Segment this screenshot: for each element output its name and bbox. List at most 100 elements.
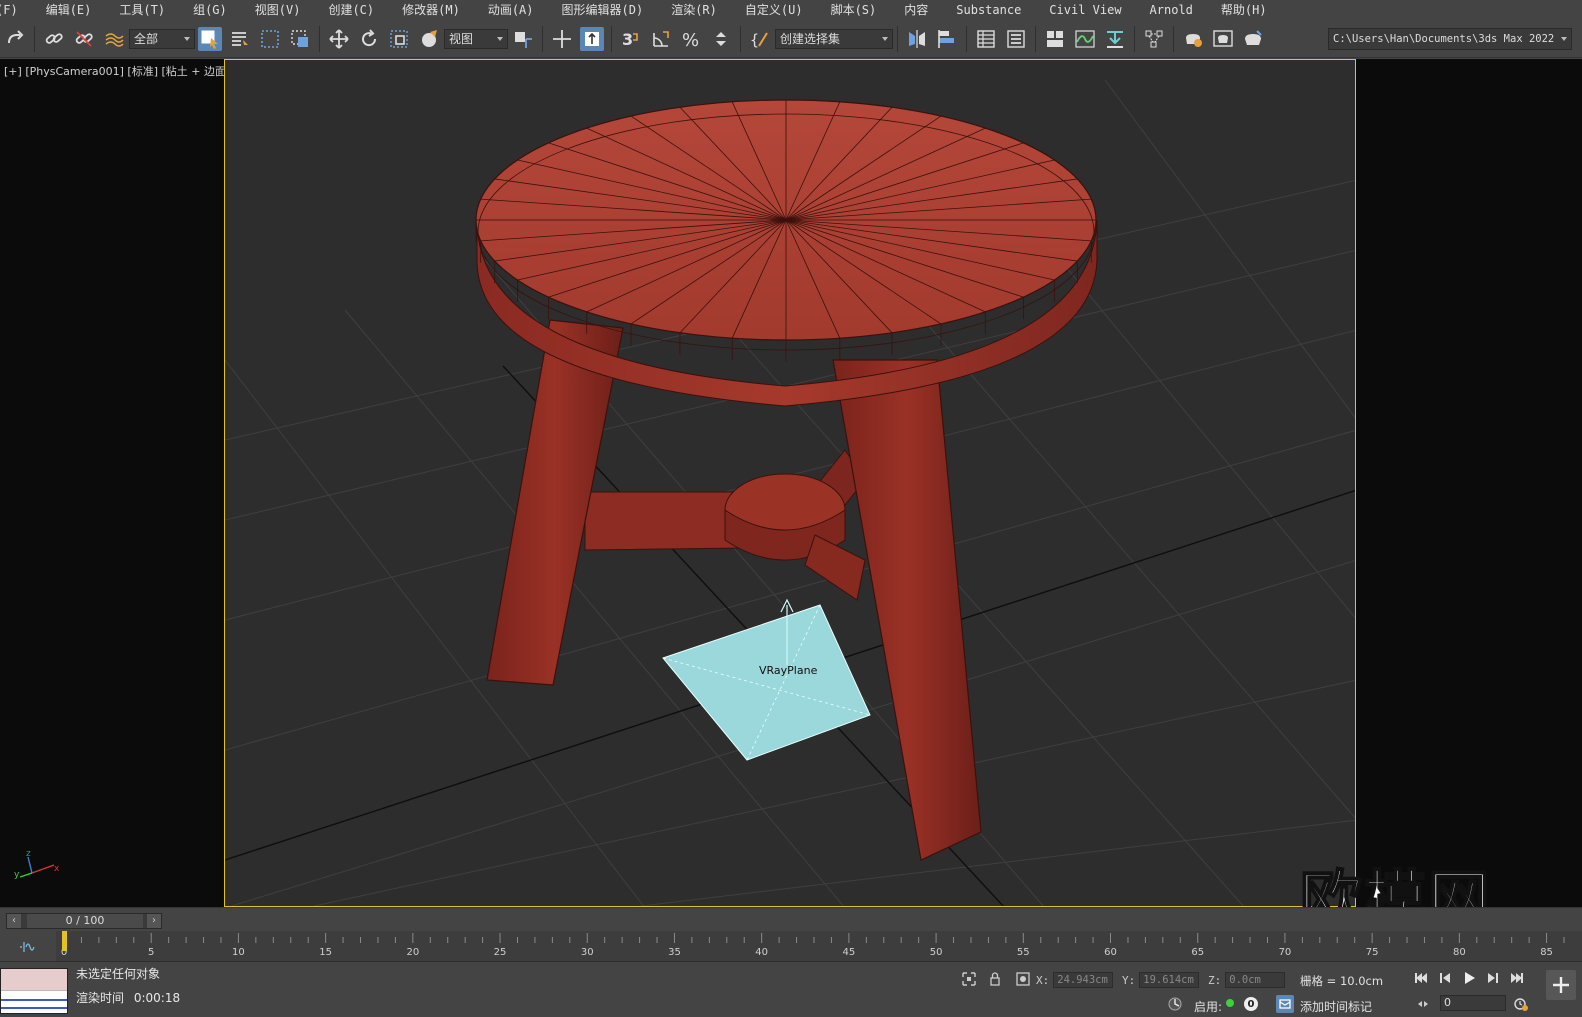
time-tag-icon[interactable] <box>1276 995 1294 1013</box>
menu-item[interactable]: 创建(C) <box>314 0 388 20</box>
time-slider[interactable]: ‹ 0 / 100 › <box>0 907 1582 931</box>
menu-item[interactable]: 脚本(S) <box>817 0 891 20</box>
y-coordinate-field[interactable]: 19.614cm <box>1139 972 1200 988</box>
move-icon[interactable] <box>327 27 351 51</box>
named-selection-dropdown[interactable]: 创建选择集 <box>775 28 893 49</box>
spinner-snap-icon[interactable] <box>709 27 733 51</box>
scene-explorer-icon[interactable] <box>974 27 998 51</box>
time-slider-track[interactable]: ‹ 0 / 100 › <box>6 913 162 929</box>
go-to-start-icon[interactable] <box>1412 969 1430 987</box>
current-frame-field[interactable]: 0 <box>1440 995 1506 1011</box>
track-tick-label: 45 <box>843 947 856 958</box>
project-path-dropdown[interactable]: C:\Users\Han\Documents\3ds Max 2022 <box>1328 28 1572 50</box>
unlink-icon[interactable] <box>72 27 96 51</box>
menu-item[interactable]: 组(G) <box>179 0 241 20</box>
menu-item[interactable]: 工具(T) <box>105 0 179 20</box>
safe-frame[interactable]: VRayPlane <box>224 59 1356 907</box>
align-icon[interactable] <box>935 27 959 51</box>
add-time-tag[interactable]: 添加时间标记 <box>1300 998 1372 1015</box>
enable-count-badge[interactable]: 0 <box>1242 995 1260 1013</box>
go-to-end-icon[interactable] <box>1508 969 1526 987</box>
track-bar[interactable]: 0 5 10 15 20 25 30 35 40 45 50 55 60 65 70 75 80 85 <box>0 931 1582 961</box>
edit-named-selection-icon[interactable]: { <box>748 27 772 51</box>
isolate-selection-icon[interactable] <box>960 970 978 988</box>
menu-item[interactable]: 帮助(H) <box>1207 0 1281 20</box>
schematic-view-icon[interactable] <box>1103 27 1127 51</box>
menu-item[interactable]: Substance <box>942 0 1035 20</box>
project-path-value: C:\Users\Han\Documents\3ds Max 2022 <box>1333 33 1555 45</box>
bind-spacewarp-icon[interactable] <box>102 27 126 51</box>
scene-canvas: VRayPlane <box>225 79 1355 906</box>
next-key-icon[interactable] <box>1484 969 1502 987</box>
selection-lock-icon[interactable] <box>986 970 1004 988</box>
select-by-name-icon[interactable] <box>228 27 252 51</box>
perspective-viewport[interactable]: [+] [PhysCamera001] [标准] [粘土 + 边面] VRayP… <box>0 59 1582 907</box>
render-time-label: 渲染时间 <box>76 991 125 1005</box>
pivot-center-icon[interactable] <box>511 27 535 51</box>
menu-item[interactable]: 自定义(U) <box>731 0 817 20</box>
viewport-label[interactable]: [+] [PhysCamera001] [标准] [粘土 + 边面] <box>4 63 230 79</box>
viewport-shading-menu[interactable]: [粘土 + 边面] <box>162 65 231 78</box>
menu-item[interactable]: (F) <box>0 0 32 20</box>
redo-icon[interactable] <box>3 27 27 51</box>
time-slider-value[interactable]: 0 / 100 <box>27 914 143 928</box>
rectangular-selection-icon[interactable] <box>258 27 282 51</box>
frame-spinner-icon[interactable] <box>1414 995 1432 1013</box>
mirror-icon[interactable] <box>905 27 929 51</box>
menu-item[interactable]: 修改器(M) <box>388 0 474 20</box>
place-icon[interactable] <box>417 27 441 51</box>
link-icon[interactable] <box>42 27 66 51</box>
viewport-general-menu[interactable]: [+] <box>4 65 22 78</box>
rotate-icon[interactable] <box>357 27 381 51</box>
status-bar: 未选定任何对象 渲染时间 0:00:18 X: 24.943cm Y: 19.614… <box>0 961 1582 1017</box>
reference-coordinate-value: 视图 <box>449 32 474 46</box>
time-configuration-icon[interactable] <box>1512 995 1530 1013</box>
track-tick-label: 50 <box>930 947 943 958</box>
percent-snap-icon[interactable]: % <box>679 27 703 51</box>
rendered-frame-window-icon[interactable] <box>1211 27 1235 51</box>
menu-item[interactable]: 动画(A) <box>474 0 548 20</box>
select-object-icon[interactable] <box>198 26 222 51</box>
menu-item[interactable]: Civil View <box>1035 0 1135 20</box>
selection-filter-dropdown[interactable]: 全部 <box>129 28 195 49</box>
snaps-toggle-icon[interactable]: 3 <box>619 27 643 51</box>
scale-icon[interactable] <box>387 27 411 51</box>
menu-item[interactable]: 图形编辑器(D) <box>548 0 658 20</box>
previous-frame-button[interactable]: ‹ <box>7 914 21 928</box>
separator <box>542 25 543 52</box>
menu-item[interactable]: Arnold <box>1136 0 1207 20</box>
curve-editor-icon[interactable] <box>1073 27 1097 51</box>
angle-snap-icon[interactable] <box>649 27 673 51</box>
x-coordinate-field[interactable]: 24.943cm <box>1053 972 1114 988</box>
viewport-point-of-view-menu[interactable]: [PhysCamera001] <box>25 65 124 78</box>
adaptive-degradation-icon[interactable] <box>1166 995 1184 1013</box>
named-selection-value: 创建选择集 <box>780 32 841 46</box>
material-editor-icon[interactable] <box>1142 27 1166 51</box>
stool-leg-right <box>832 359 982 861</box>
menu-item[interactable]: 渲染(R) <box>657 0 731 20</box>
layer-explorer-icon[interactable] <box>1004 27 1028 51</box>
menu-item[interactable]: 内容 <box>890 0 942 20</box>
reference-coordinate-dropdown[interactable]: 视图 <box>444 28 508 49</box>
select-manipulate-icon[interactable] <box>550 27 574 51</box>
z-coordinate-field[interactable]: 0.0cm <box>1225 972 1286 988</box>
track-tick-label: 15 <box>319 947 332 958</box>
stool-back-stretcher <box>584 449 866 601</box>
track-tick-label: 60 <box>1104 947 1117 958</box>
toggle-ribbon-icon[interactable] <box>1043 27 1067 51</box>
next-frame-button[interactable]: › <box>147 914 161 928</box>
play-icon[interactable] <box>1460 969 1478 987</box>
add-keyframe-button[interactable] <box>1546 970 1576 1000</box>
viewport-standard-menu[interactable]: [标准] <box>127 65 158 78</box>
window-crossing-icon[interactable] <box>288 27 312 51</box>
render-setup-icon[interactable] <box>1181 27 1205 51</box>
separator <box>1035 25 1036 52</box>
previous-key-icon[interactable] <box>1436 969 1454 987</box>
absolute-mode-icon[interactable] <box>1014 970 1032 988</box>
menu-item[interactable]: 视图(V) <box>241 0 315 20</box>
menu-item[interactable]: 编辑(E) <box>32 0 106 20</box>
render-production-icon[interactable] <box>1241 27 1265 51</box>
track-tick-label: 70 <box>1279 947 1292 958</box>
maxscript-mini-listener[interactable] <box>0 968 68 1014</box>
keyboard-shortcut-override-icon[interactable] <box>580 26 604 51</box>
